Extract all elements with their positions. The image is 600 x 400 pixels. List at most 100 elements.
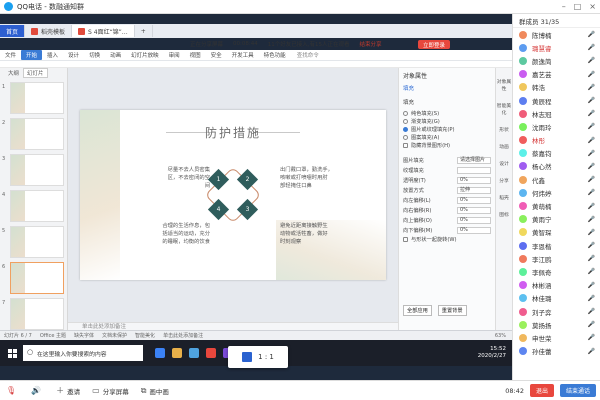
invite-button[interactable]: ＋邀请	[56, 385, 80, 396]
side-tool-shape[interactable]: 形状	[496, 126, 512, 133]
apply-all-button[interactable]: 全部应用	[403, 305, 432, 316]
picture-in-picture-button[interactable]: ⧉ 画中画	[141, 386, 169, 396]
member-item[interactable]: 沈雨玲 🎤	[513, 120, 600, 133]
member-item[interactable]: 林志冠 🎤	[513, 107, 600, 120]
ribbon-insert[interactable]: 插入	[42, 51, 63, 59]
mic-toggle[interactable]: 🎙	[6, 386, 19, 395]
tab-outline[interactable]: 大纲	[8, 69, 19, 77]
slide-thumb-3[interactable]	[10, 154, 64, 186]
stop-share-button[interactable]: 结束分享	[359, 40, 381, 48]
zoom-ratio-overlay[interactable]: 1 : 1	[228, 346, 288, 368]
offset-bottom-input[interactable]: 0%	[457, 226, 491, 234]
member-item[interactable]: 李佩奇 🎤	[513, 265, 600, 278]
slide-thumb-5[interactable]	[10, 226, 64, 258]
option-picture-fill[interactable]: 图片或纹理填充(P)	[403, 125, 491, 133]
transparency-input[interactable]: 0%	[457, 176, 491, 184]
current-slide[interactable]: 防护措施 尽量不去人员密集 区，不去密闭的空间 合理的生活作息，包 括适当的运动，充…	[80, 110, 386, 280]
member-item[interactable]: 莫扬扬 🎤	[513, 318, 600, 331]
text-block-bottom-right[interactable]: 避免近距离接触野生 动物或活牲畜，做好 时刻观察	[280, 222, 354, 246]
ribbon-review[interactable]: 审阅	[164, 51, 185, 59]
option-hide-background[interactable]: 隐藏背景图形(H)	[403, 141, 491, 149]
member-item[interactable]: 申世荣 🎤	[513, 331, 600, 344]
option-pattern-fill[interactable]: 图案填充(A)	[403, 133, 491, 141]
zoom-level[interactable]: 63%	[495, 333, 506, 339]
member-item[interactable]: 璐慧睿 🎤	[513, 41, 600, 54]
tab-home[interactable]: 首页	[0, 25, 26, 37]
diamond-graphic[interactable]: 1 2 3 4	[204, 166, 262, 224]
smart-beautify[interactable]: 智能美化	[135, 332, 155, 339]
side-tool-share[interactable]: 分享	[496, 177, 512, 184]
member-item[interactable]: 刘子弈 🎤	[513, 305, 600, 318]
member-item[interactable]: 杨心然 🎤	[513, 160, 600, 173]
ribbon-view[interactable]: 视图	[185, 51, 206, 59]
notes-toggle[interactable]: 单击此处添加备注	[163, 332, 203, 339]
option-gradient-fill[interactable]: 渐变填充(G)	[403, 117, 491, 125]
offset-right-input[interactable]: 0%	[457, 206, 491, 214]
member-item[interactable]: 何炜婷 🎤	[513, 186, 600, 199]
ribbon-devtools[interactable]: 开发工具	[227, 51, 259, 59]
offset-top-input[interactable]: 0%	[457, 216, 491, 224]
member-item[interactable]: 林彤 🎤	[513, 134, 600, 147]
slide-thumb-4[interactable]	[10, 190, 64, 222]
side-tool-docer[interactable]: 稻壳	[496, 194, 512, 201]
login-button[interactable]: 立即登录	[418, 40, 450, 49]
slide-thumb-7[interactable]	[10, 298, 64, 330]
side-tool-animation[interactable]: 动画	[496, 143, 512, 150]
member-item[interactable]: 蔡嘉钧 🎤	[513, 147, 600, 160]
taskbar-app-icon[interactable]	[155, 348, 165, 358]
end-call-button[interactable]: 结束通话	[559, 384, 596, 397]
doc-protection[interactable]: 文档未保护	[102, 332, 127, 339]
minimize-icon[interactable]: –	[562, 2, 566, 11]
missing-fonts[interactable]: 缺失字体	[74, 332, 94, 339]
ribbon-file[interactable]: 文件	[0, 51, 21, 59]
text-block-bottom-left[interactable]: 合理的生活作息，包 括适当的运动，充分 的睡眠，均衡的饮食	[138, 222, 210, 246]
texture-fill-select[interactable]	[457, 166, 491, 174]
notes-pane[interactable]: 单击此处添加备注	[68, 322, 398, 330]
windows-start-icon[interactable]	[8, 348, 17, 358]
taskbar-app-icon[interactable]	[172, 348, 182, 358]
member-item[interactable]: 林彬涵 🎤	[513, 279, 600, 292]
member-item[interactable]: 黄萌楠 🎤	[513, 199, 600, 212]
ribbon-security[interactable]: 安全	[206, 51, 227, 59]
offset-left-input[interactable]: 0%	[457, 196, 491, 204]
member-item[interactable]: 黄智琛 🎤	[513, 226, 600, 239]
member-item[interactable]: 林佳璐 🎤	[513, 292, 600, 305]
ribbon-start[interactable]: 开始	[21, 50, 43, 60]
placement-select[interactable]: 拉伸	[457, 186, 491, 194]
member-item[interactable]: 陈博楠 🎤	[513, 28, 600, 41]
ribbon-slideshow[interactable]: 幻灯片放映	[126, 51, 164, 59]
text-block-top-right[interactable]: 出门戴口罩，勤洗手， 咳嗽或打喷嚏时用肘 部轻掩住口鼻	[280, 166, 354, 190]
text-block-top-left[interactable]: 尽量不去人员密集 区，不去密闭的空间	[148, 166, 210, 190]
slide-thumb-2[interactable]	[10, 118, 64, 150]
slide-thumb-1[interactable]	[10, 82, 64, 114]
side-tool-properties[interactable]: 对象属性	[496, 78, 512, 92]
ribbon-features[interactable]: 特色功能	[259, 51, 291, 59]
tab-fill[interactable]: 填充	[403, 84, 414, 92]
ribbon-animation[interactable]: 动画	[105, 51, 126, 59]
taskbar-app-icon[interactable]	[206, 348, 216, 358]
option-rotate-with-shape[interactable]: 与形状一起旋转(W)	[403, 235, 491, 243]
tab-document[interactable]: S 4面红“锦”…	[72, 25, 135, 37]
member-item[interactable]: 李江鸥 🎤	[513, 252, 600, 265]
new-tab-button[interactable]: +	[135, 25, 153, 37]
side-tool-icons[interactable]: 图标	[496, 211, 512, 218]
slide-title[interactable]: 防护措施	[80, 124, 386, 141]
slide-thumb-6[interactable]	[10, 262, 64, 294]
member-item[interactable]: 代鑫 🎤	[513, 173, 600, 186]
ribbon-design[interactable]: 设计	[63, 51, 84, 59]
speaker-toggle[interactable]: 🔊	[31, 386, 44, 395]
tab-docer[interactable]: 稻壳模板	[25, 25, 73, 37]
member-item[interactable]: 黄雨宁 🎤	[513, 213, 600, 226]
share-screen-button[interactable]: ▭ 分享屏幕	[92, 386, 129, 396]
system-clock[interactable]: 15:52 2020/2/27	[478, 346, 506, 360]
taskbar-search-input[interactable]: 在这里输入你要搜索的内容	[23, 345, 143, 361]
option-solid-fill[interactable]: 纯色填充(S)	[403, 109, 491, 117]
member-item[interactable]: 黄辰程 🎤	[513, 94, 600, 107]
member-item[interactable]: 韩浩 🎤	[513, 81, 600, 94]
member-item[interactable]: 颜逸简 🎤	[513, 54, 600, 67]
taskbar-app-icon[interactable]	[189, 348, 199, 358]
member-item[interactable]: 嘉艺芸 🎤	[513, 68, 600, 81]
tab-slides[interactable]: 幻灯片	[23, 68, 48, 78]
side-tool-design[interactable]: 设计	[496, 160, 512, 167]
ribbon-transition[interactable]: 切换	[84, 51, 105, 59]
